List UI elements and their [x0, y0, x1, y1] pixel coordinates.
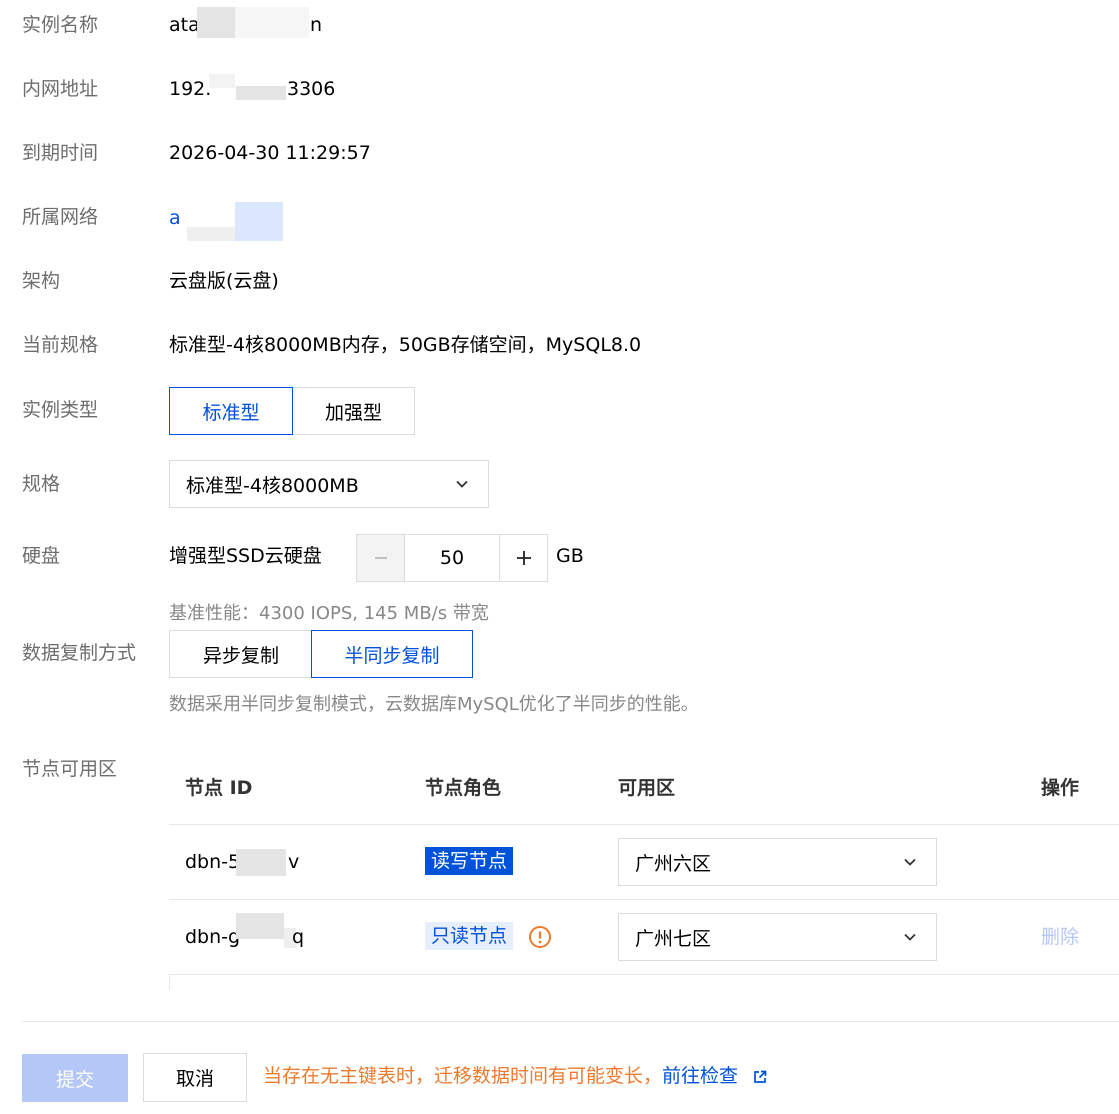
footer-warning-text: 当存在无主键表时，迁移数据时间有可能变长， — [263, 1065, 663, 1087]
internal-address-value-prefix: 192. — [169, 78, 212, 100]
external-link-icon[interactable] — [752, 1069, 768, 1085]
replication-label: 数据复制方式 — [22, 642, 137, 664]
instance-type-enhanced-option[interactable]: 加强型 — [292, 387, 415, 435]
network-label: 所属网络 — [22, 206, 99, 228]
node-id-prefix: dbn-g — [185, 926, 241, 948]
instance-type-label: 实例类型 — [22, 399, 99, 421]
cancel-button[interactable]: 取消 — [143, 1053, 247, 1102]
current-spec-value: 标准型-4核8000MB内存，50GB存储空间，MySQL8.0 — [169, 334, 642, 356]
submit-button[interactable]: 提交 — [22, 1054, 128, 1102]
chevron-down-icon — [904, 933, 916, 941]
expire-time-label: 到期时间 — [22, 142, 99, 164]
minus-icon — [374, 557, 387, 559]
replication-hint: 数据采用半同步复制模式，云数据库MySQL优化了半同步的性能。 — [169, 694, 699, 715]
redaction-mask — [235, 7, 309, 38]
internal-address-label: 内网地址 — [22, 78, 99, 100]
column-header-zone: 可用区 — [618, 777, 676, 799]
architecture-label: 架构 — [22, 270, 61, 292]
zone-select-value: 广州七区 — [635, 927, 712, 950]
disk-type: 增强型SSD云硬盘 — [169, 545, 322, 567]
redaction-mask — [236, 913, 284, 939]
delete-node-link[interactable]: 删除 — [1041, 924, 1079, 950]
redaction-mask — [236, 86, 286, 100]
warning-circle-icon[interactable] — [528, 925, 552, 949]
divider — [169, 824, 1119, 825]
divider — [169, 974, 1119, 975]
node-id-suffix: v — [288, 851, 300, 873]
instance-type-standard-option[interactable]: 标准型 — [169, 387, 293, 435]
spec-select[interactable]: 标准型-4核8000MB — [169, 460, 489, 508]
spec-label: 规格 — [22, 473, 61, 495]
role-tag-readonly: 只读节点 — [425, 922, 514, 950]
disk-decrement-button[interactable] — [356, 534, 405, 582]
plus-icon — [516, 551, 531, 565]
redaction-mask — [209, 74, 235, 88]
replication-semisync-option[interactable]: 半同步复制 — [311, 630, 473, 678]
instance-name-label: 实例名称 — [22, 14, 99, 36]
chevron-down-icon — [456, 480, 468, 488]
disk-increment-button[interactable] — [499, 534, 548, 582]
disk-size-input[interactable]: 50 — [404, 534, 500, 582]
network-link[interactable]: a — [169, 205, 181, 231]
expire-time-value: 2026-04-30 11:29:57 — [169, 142, 371, 164]
nodes-label: 节点可用区 — [22, 758, 118, 780]
column-header-node-role: 节点角色 — [425, 777, 502, 799]
footer-divider — [22, 1021, 1119, 1022]
column-header-action: 操作 — [1041, 777, 1080, 799]
current-spec-label: 当前规格 — [22, 334, 99, 356]
zone-select-value: 广州六区 — [635, 852, 712, 875]
divider — [169, 974, 170, 990]
zone-select[interactable]: 广州七区 — [618, 913, 937, 961]
redaction-mask — [197, 7, 235, 38]
zone-select[interactable]: 广州六区 — [618, 838, 937, 886]
column-header-node-id: 节点 ID — [185, 777, 253, 799]
redaction-mask — [187, 227, 235, 241]
divider — [169, 899, 1119, 900]
replication-async-option[interactable]: 异步复制 — [169, 630, 313, 678]
disk-unit: GB — [556, 545, 584, 567]
chevron-down-icon — [904, 858, 916, 866]
role-tag-readwrite: 读写节点 — [425, 847, 514, 875]
node-id-suffix: q — [292, 926, 305, 948]
spec-select-value: 标准型-4核8000MB — [186, 474, 359, 497]
redaction-mask — [235, 202, 283, 241]
internal-address-value-suffix: 3306 — [287, 78, 336, 100]
redaction-mask — [236, 849, 286, 876]
check-link[interactable]: 前往检查 — [662, 1065, 738, 1087]
disk-performance-hint: 基准性能：4300 IOPS, 145 MB/s 带宽 — [169, 603, 489, 624]
footer-warning: 当存在无主键表时，迁移数据时间有可能变长，前往检查 — [263, 1063, 738, 1089]
disk-label: 硬盘 — [22, 545, 61, 567]
instance-name-value-prefix: ata — [169, 14, 200, 36]
instance-name-value-suffix: n — [310, 14, 323, 36]
architecture-value: 云盘版(云盘) — [169, 270, 279, 292]
